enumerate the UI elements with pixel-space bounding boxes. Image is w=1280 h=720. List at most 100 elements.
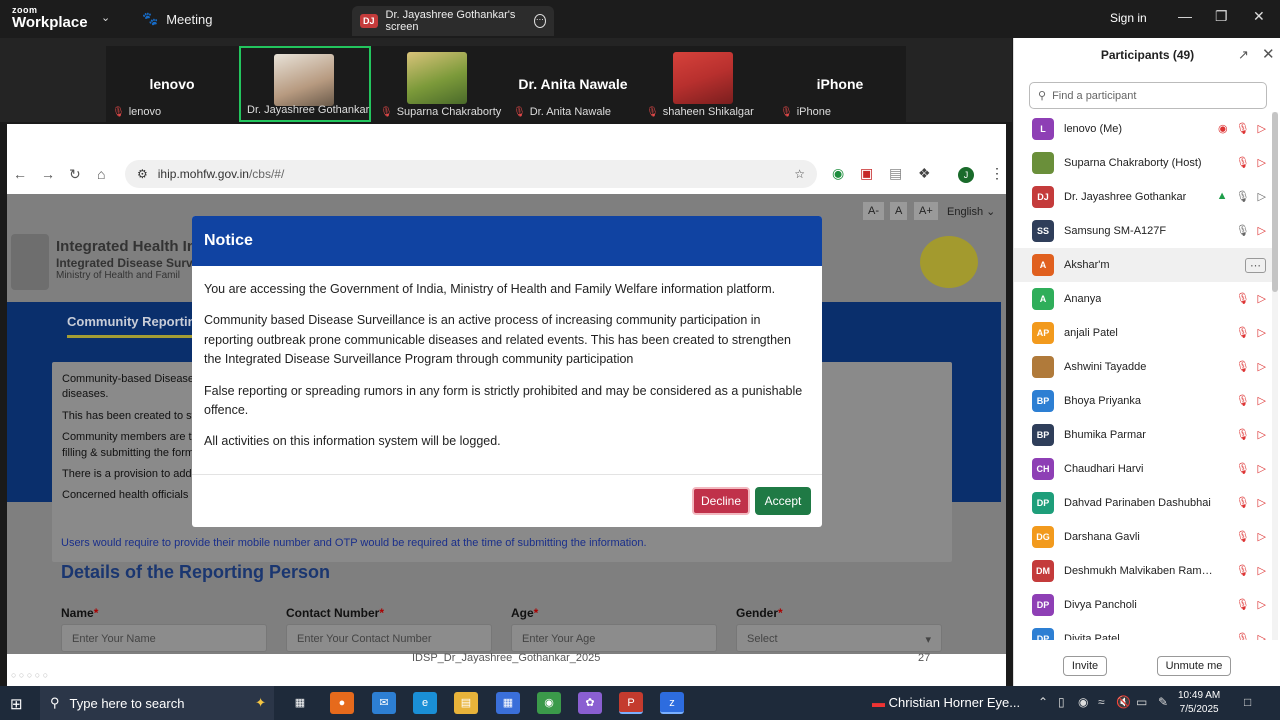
video-tile[interactable]: iPhone 🎙 iPhone <box>774 46 906 122</box>
video-tile[interactable]: lenovo 🎙 lenovo <box>106 46 238 122</box>
participant-row[interactable]: SS Samsung SM-A127F 🎙 ▷ <box>1014 214 1272 248</box>
card-line-text: diseases. <box>62 388 109 401</box>
share-screen-tab[interactable]: DJ Dr. Jayashree Gothankar's screen ⋯ <box>352 6 554 36</box>
popout-icon[interactable]: ↗ <box>1238 47 1249 63</box>
video-off-icon: ▷ <box>1257 327 1266 339</box>
home-icon[interactable]: ⌂ <box>97 166 105 182</box>
participant-row[interactable]: DG Darshana Gavli 🎙 ▷ <box>1014 520 1272 554</box>
video-tile[interactable]: 🎙 shaheen Shikalgar <box>640 46 772 122</box>
participant-name: anjali Patel <box>1064 327 1118 339</box>
tab-community-reporting[interactable]: Community Reporting <box>67 314 204 338</box>
camera-icon[interactable]: ◉ <box>1078 695 1088 709</box>
more-options-icon[interactable]: ⋯ <box>1245 258 1266 273</box>
profile-avatar[interactable]: J <box>958 167 974 183</box>
font-increase-button[interactable]: A+ <box>914 202 938 220</box>
participant-row[interactable]: BP Bhumika Parmar 🎙 ▷ <box>1014 418 1272 452</box>
contact-number-input[interactable]: Enter Your Contact Number <box>286 624 492 652</box>
file-explorer-icon[interactable]: ▤ <box>454 692 478 714</box>
mic-muted-icon: 🎙 <box>380 106 393 118</box>
pen-icon[interactable]: ✎ <box>1158 695 1168 709</box>
bookmark-star-icon[interactable]: ☆ <box>794 167 805 181</box>
clock-date: 7/5/2025 <box>1179 703 1219 715</box>
site-info-icon[interactable]: ⚙ <box>137 167 148 181</box>
unmute-me-button[interactable]: Unmute me <box>1157 656 1231 676</box>
age-input[interactable]: Enter Your Age <box>511 624 717 652</box>
notifications-icon[interactable]: □ <box>1244 695 1251 709</box>
reload-icon[interactable]: ↻ <box>69 166 81 183</box>
tile-name-large: Dr. Anita Nawale <box>518 76 628 92</box>
video-tile[interactable]: Dr. Anita Nawale 🎙 Dr. Anita Nawale <box>507 46 639 122</box>
participant-row[interactable]: DMDeshmukh Malvikaben Rameshb...🎙▷ <box>1014 554 1272 588</box>
task-view-icon[interactable]: ▦ <box>288 692 312 714</box>
avatar: DJ <box>1032 186 1054 208</box>
participant-row[interactable]: Suparna Chakraborty (Host) 🎙 ▷ <box>1014 146 1272 180</box>
video-tile[interactable]: 🎙 Suparna Chakraborty <box>374 46 506 122</box>
more-options-icon[interactable]: ⋯ <box>533 14 546 28</box>
phone-icon[interactable]: ▯ <box>1058 695 1065 709</box>
participant-status-icons: 🎙 ▷ <box>1236 292 1266 305</box>
taskbar-clock[interactable]: 10:49 AM 7/5/2025 <box>1178 689 1220 716</box>
participant-row[interactable]: Ashwini Tayadde 🎙 ▷ <box>1014 350 1272 384</box>
volume-muted-icon[interactable]: 🔇 <box>1116 695 1131 709</box>
participant-row[interactable]: A Ananya 🎙 ▷ <box>1014 282 1272 316</box>
participant-row[interactable]: A Akshar'm ⋯ <box>1014 248 1272 282</box>
show-hidden-icons[interactable]: ⌃ <box>1038 695 1048 709</box>
participant-name: Ashwini Tayadde <box>1064 361 1147 373</box>
scrollbar-thumb[interactable] <box>1272 112 1278 292</box>
powerpoint-icon[interactable]: P <box>619 692 643 714</box>
font-normal-button[interactable]: A <box>890 202 908 220</box>
kebab-menu-icon[interactable]: ⋮ <box>990 165 1004 182</box>
taskbar-search[interactable]: ⚲ Type here to search ✦ <box>40 686 274 720</box>
pdf-extension-icon[interactable]: ▣ <box>860 165 873 182</box>
edge-icon[interactable]: e <box>413 692 437 714</box>
participant-row[interactable]: CH Chaudhari Harvi 🎙 ▷ <box>1014 452 1272 486</box>
participant-row[interactable]: DP Dahvad Parinaben Dashubhai 🎙 ▷ <box>1014 486 1272 520</box>
decline-button[interactable]: Decline <box>692 487 750 515</box>
participant-row[interactable]: DJ Dr. Jayashree Gothankar ▲ 🎙 ▷ <box>1014 180 1272 214</box>
name-input[interactable]: Enter Your Name <box>61 624 267 652</box>
document-icon[interactable]: ▤ <box>889 165 902 182</box>
slide-nav-icons[interactable]: ○ ○ ○ ○ ○ <box>11 670 48 680</box>
chrome-icon[interactable]: ◉ <box>537 692 561 714</box>
forward-icon[interactable]: → <box>41 166 55 182</box>
store-icon[interactable]: ▦ <box>496 692 520 714</box>
accept-button[interactable]: Accept <box>755 487 811 515</box>
battery-icon[interactable]: ▭ <box>1136 695 1147 709</box>
back-icon[interactable]: ← <box>13 166 27 182</box>
font-decrease-button[interactable]: A- <box>863 202 884 220</box>
video-off-icon: ▷ <box>1257 633 1266 640</box>
sign-in-button[interactable]: Sign in <box>1110 11 1147 25</box>
minimize-icon[interactable]: — <box>1178 8 1192 24</box>
mail-icon[interactable]: ✉ <box>372 692 396 714</box>
meeting-menu[interactable]: 🐾 Meeting <box>142 11 212 27</box>
grammar-extension-icon[interactable]: ◉ <box>832 165 844 182</box>
invite-button[interactable]: Invite <box>1063 656 1107 676</box>
participant-row[interactable]: DP Divita Patel 🎙 ▷ <box>1014 622 1272 640</box>
video-icon: ▷ <box>1257 191 1266 203</box>
site-title-line-1: Integrated Health In <box>56 238 197 255</box>
participant-row[interactable]: DP Divya Pancholi 🎙 ▷ <box>1014 588 1272 622</box>
participants-list: Llenovo (Me) ◉ 🎙 ▷ Suparna Chakraborty (Host… <box>1014 112 1272 640</box>
close-icon[interactable]: ✕ <box>1253 8 1265 25</box>
restore-icon[interactable]: ❐ <box>1215 8 1228 25</box>
participant-row[interactable]: Llenovo (Me) ◉ 🎙 ▷ <box>1014 112 1272 146</box>
language-select[interactable]: English ⌄ <box>942 202 1000 221</box>
gender-select[interactable]: Select ▾ <box>736 624 942 652</box>
participant-row[interactable]: BP Bhoya Priyanka 🎙 ▷ <box>1014 384 1272 418</box>
wifi-icon[interactable]: ≈ <box>1098 695 1105 709</box>
participant-row[interactable]: AP anjali Patel 🎙 ▷ <box>1014 316 1272 350</box>
address-bar[interactable]: ⚙ ihip.mohfw.gov.in/cbs/#/ ☆ <box>125 160 817 188</box>
copilot-icon[interactable]: ✿ <box>578 692 602 714</box>
news-widget[interactable]: ▬ Christian Horner Eye... <box>872 695 1020 710</box>
extensions-puzzle-icon[interactable]: ❖ <box>918 165 931 182</box>
windows-start-icon[interactable]: ⊞ <box>10 695 23 713</box>
participant-search-input[interactable]: ⚲ Find a participant <box>1029 82 1267 109</box>
chevron-down-icon[interactable]: ⌄ <box>101 11 110 24</box>
zoom-app-icon[interactable]: z <box>660 692 684 714</box>
video-off-icon: ▷ <box>1257 361 1266 373</box>
close-panel-icon[interactable]: ✕ <box>1262 45 1275 63</box>
mic-muted-icon: 🎙 <box>1235 633 1250 640</box>
firefox-icon[interactable]: ● <box>330 692 354 714</box>
video-tile-active-speaker[interactable]: Dr. Jayashree Gothankar <box>239 46 371 122</box>
mic-muted-icon: 🎙 <box>1235 327 1250 339</box>
